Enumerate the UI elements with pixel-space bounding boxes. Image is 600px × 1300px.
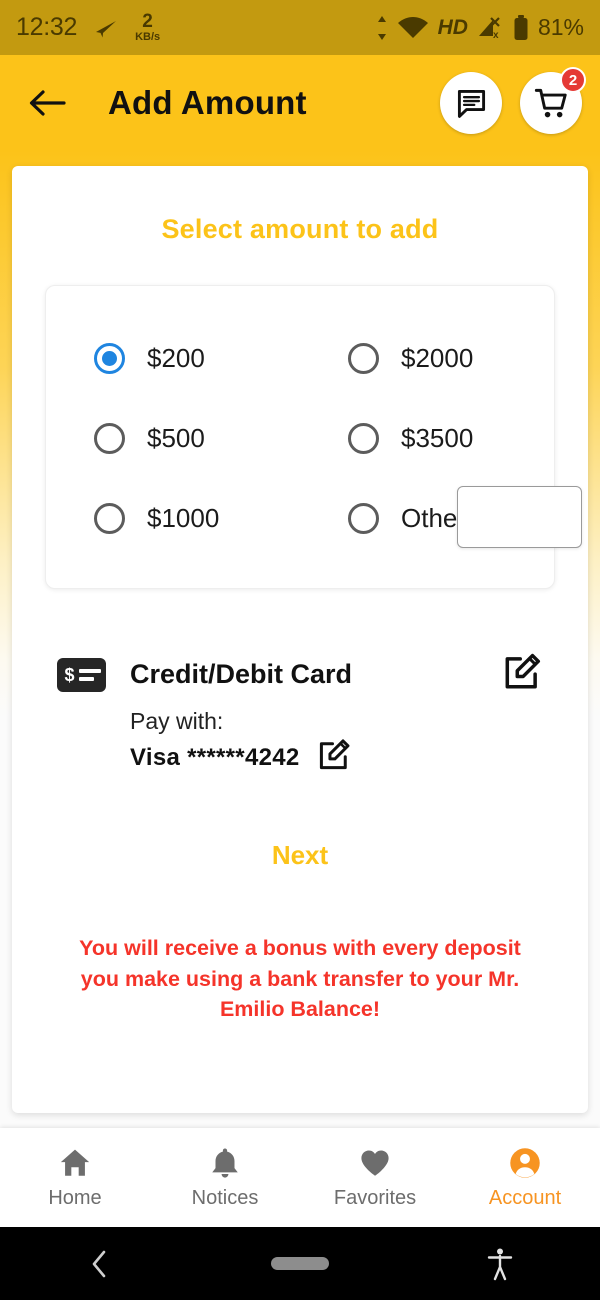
- nav-item-notices[interactable]: Notices: [150, 1128, 300, 1227]
- data-transfer-icon: [376, 15, 388, 41]
- network-speed-value: 2: [142, 11, 153, 32]
- amount-option-label: $200: [147, 342, 205, 373]
- payment-method-title: Credit/Debit Card: [130, 659, 353, 689]
- edit-square-pencil-icon: [501, 651, 543, 693]
- edit-payment-method-button[interactable]: [501, 651, 543, 698]
- amount-option-label: $3500: [401, 422, 474, 453]
- network-speed-indicator: 2 KB/s: [135, 12, 160, 43]
- radio-icon[interactable]: [348, 342, 379, 374]
- amount-option-200[interactable]: $200: [46, 318, 300, 398]
- chat-bubble-icon: [455, 87, 488, 120]
- amount-option-other[interactable]: Other: [300, 478, 582, 558]
- home-icon: [58, 1146, 92, 1180]
- home-pill-icon: [271, 1257, 329, 1270]
- amount-option-label: $1000: [147, 502, 220, 533]
- nav-label-account: Account: [488, 1186, 562, 1209]
- nav-item-home[interactable]: Home: [0, 1128, 150, 1227]
- person-icon: [508, 1146, 542, 1180]
- nav-label-notices: Notices: [191, 1186, 259, 1209]
- credit-card-icon: $: [57, 657, 106, 692]
- status-bar-left: 12:32 2 KB/s: [16, 12, 160, 43]
- content-sheet: Select amount to add $200 $2000 $500 $35…: [12, 166, 588, 1113]
- wifi-icon: 4: [397, 16, 429, 40]
- amount-option-label: $500: [147, 422, 205, 453]
- svg-text:x: x: [493, 30, 499, 40]
- dollar-glyph: $: [64, 664, 75, 685]
- chat-button[interactable]: [440, 72, 502, 134]
- payment-card-details: Pay with: Visa ******4242: [130, 708, 543, 778]
- svg-text:4: 4: [421, 26, 428, 38]
- cart-badge: 2: [560, 67, 586, 93]
- section-title: Select amount to add: [161, 214, 439, 244]
- radio-icon[interactable]: [348, 422, 379, 454]
- amount-option-1000[interactable]: $1000: [46, 478, 300, 558]
- android-accessibility-button[interactable]: [400, 1247, 600, 1281]
- android-navigation-bar: [0, 1227, 600, 1300]
- back-button[interactable]: [26, 82, 68, 124]
- next-button[interactable]: Next: [12, 840, 588, 871]
- android-home-button[interactable]: [200, 1257, 400, 1270]
- pay-with-label: Pay with:: [130, 708, 224, 734]
- heart-icon: [358, 1146, 392, 1180]
- app-bar-actions: 2: [440, 67, 586, 134]
- payment-method-header: $ Credit/Debit Card: [57, 651, 543, 698]
- hd-icon: HD: [437, 15, 468, 39]
- chevron-left-icon: [89, 1249, 111, 1279]
- accessibility-icon: [487, 1247, 513, 1281]
- amount-option-label: $2000: [401, 342, 474, 373]
- amount-row-1: $200 $2000: [46, 318, 554, 398]
- network-speed-unit: KB/s: [135, 31, 161, 43]
- nav-item-favorites[interactable]: Favorites: [300, 1128, 450, 1227]
- status-bar-right: 4 HD x 81%: [376, 14, 584, 41]
- amount-option-3500[interactable]: $3500: [300, 398, 554, 478]
- radio-icon[interactable]: [94, 502, 125, 534]
- edit-card-button[interactable]: [316, 737, 352, 778]
- app-bar: Add Amount 2: [0, 55, 600, 151]
- bell-icon: [208, 1146, 242, 1180]
- page-background: Select amount to add $200 $2000 $500 $35…: [0, 151, 600, 1128]
- signal-off-icon: x: [477, 16, 504, 41]
- payment-method-section: $ Credit/Debit Card Pay with: Visa *****…: [57, 651, 543, 778]
- bottom-navigation: Home Notices Favorites Account: [0, 1128, 600, 1227]
- status-bar-clock: 12:32: [16, 13, 78, 41]
- cart-button[interactable]: 2: [520, 67, 586, 134]
- battery-icon: [513, 14, 529, 41]
- amount-option-500[interactable]: $500: [46, 398, 300, 478]
- page-title: Add Amount: [108, 84, 307, 121]
- shopping-cart-icon: [534, 86, 569, 121]
- pay-card-line: Visa ******4242: [130, 737, 543, 778]
- amount-options-card: $200 $2000 $500 $3500 $1000 Other: [45, 285, 582, 589]
- arrow-left-icon: [28, 88, 66, 118]
- amount-option-2000[interactable]: $2000: [300, 318, 554, 398]
- send-icon: [91, 16, 121, 40]
- masked-card-number: Visa ******4242: [130, 743, 300, 771]
- radio-icon[interactable]: [94, 422, 125, 454]
- battery-percentage: 81%: [537, 14, 584, 40]
- edit-square-pencil-icon: [316, 737, 352, 773]
- promo-message: You will receive a bonus with every depo…: [79, 936, 521, 1022]
- other-amount-input[interactable]: [457, 486, 582, 548]
- nav-label-home: Home: [48, 1186, 102, 1209]
- radio-icon-selected[interactable]: [94, 342, 125, 374]
- card-lines: [78, 668, 101, 681]
- status-bar: 12:32 2 KB/s 4 HD x 81%: [0, 0, 600, 55]
- amount-row-2: $500 $3500: [46, 398, 554, 478]
- nav-label-favorites: Favorites: [333, 1186, 417, 1209]
- radio-icon[interactable]: [348, 502, 379, 534]
- android-back-button[interactable]: [0, 1249, 200, 1279]
- nav-item-account[interactable]: Account: [450, 1128, 600, 1227]
- amount-row-3: $1000 Other: [46, 478, 582, 558]
